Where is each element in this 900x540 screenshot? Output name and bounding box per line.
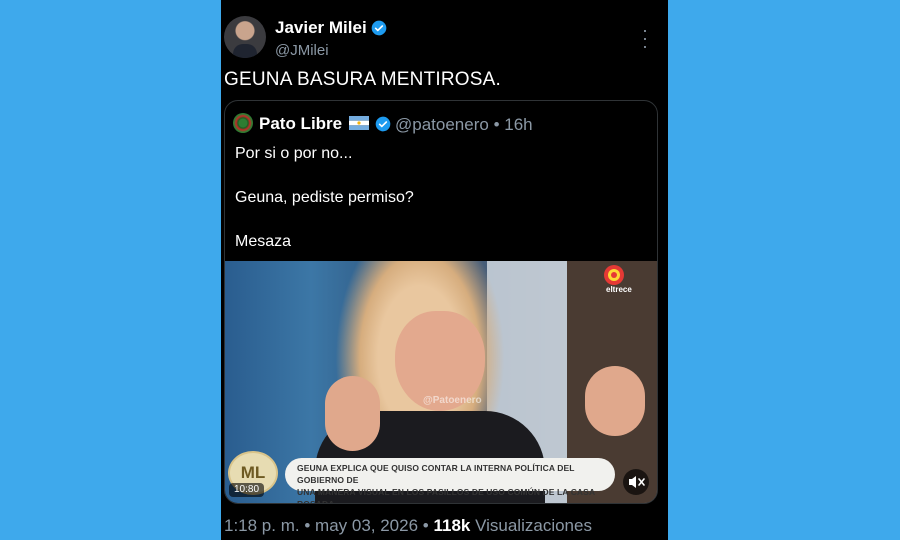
video-player[interactable]: eltrece @Patoenero GEUNA EXPLICA QUE QUI… bbox=[225, 261, 657, 503]
channel-logo-text: eltrece bbox=[606, 285, 632, 294]
video-watermark: @Patoenero bbox=[423, 395, 482, 406]
footer-separator: • bbox=[304, 516, 316, 535]
author-handle[interactable]: @JMilei bbox=[275, 42, 329, 59]
quoted-age: 16h bbox=[504, 115, 533, 134]
tweet-footer: 1:18 p. m. • may 03, 2026 • 118k Visuali… bbox=[224, 516, 592, 536]
caption-line-1: GEUNA EXPLICA QUE QUISO CONTAR LA INTERN… bbox=[297, 463, 575, 485]
video-caption: GEUNA EXPLICA QUE QUISO CONTAR LA INTERN… bbox=[285, 458, 615, 503]
quoted-tweet[interactable]: Pato Libre @patoenero • 16h Por si o por… bbox=[224, 100, 658, 504]
video-person-hand-right bbox=[585, 366, 645, 436]
mute-button[interactable] bbox=[623, 469, 649, 495]
quoted-avatar[interactable] bbox=[233, 113, 253, 133]
quoted-author-handle[interactable]: @patoenero bbox=[395, 115, 489, 134]
meta-separator: • bbox=[493, 115, 505, 134]
video-timestamp: 10:80 bbox=[229, 483, 265, 497]
quoted-line-2: Geuna, pediste permiso? bbox=[235, 189, 414, 206]
more-dots-icon[interactable]: · · · bbox=[642, 21, 648, 55]
quoted-verified-badge-icon bbox=[375, 116, 391, 132]
verified-badge-icon bbox=[371, 20, 387, 36]
quoted-line-3: Mesaza bbox=[235, 233, 292, 250]
quoted-meta: @patoenero • 16h bbox=[395, 115, 533, 135]
views-count: 118k bbox=[433, 516, 471, 535]
video-person-hand-left bbox=[325, 376, 380, 451]
avatar-figure bbox=[233, 44, 257, 58]
footer-separator: • bbox=[422, 516, 434, 535]
author-name[interactable]: Javier Milei bbox=[275, 18, 367, 38]
tweet-panel: Javier Milei @JMilei · · · GEUNA BASURA ME… bbox=[221, 0, 668, 540]
eltrece-logo-icon bbox=[604, 265, 624, 285]
avatar[interactable] bbox=[224, 16, 266, 58]
quoted-line-1: Por si o por no... bbox=[235, 145, 353, 162]
tweet-date[interactable]: may 03, 2026 bbox=[315, 516, 418, 535]
quoted-author-name[interactable]: Pato Libre bbox=[259, 114, 342, 134]
tweet-text: GEUNA BASURA MENTIROSA. bbox=[224, 69, 501, 90]
argentina-flag-icon bbox=[349, 116, 369, 130]
caption-line-2: UNA MANERA VISUAL EN LOS PASILLOS DE USO… bbox=[297, 487, 595, 503]
views-label: Visualizaciones bbox=[475, 516, 592, 535]
speaker-muted-icon bbox=[629, 476, 645, 488]
tweet-time[interactable]: 1:18 p. m. bbox=[224, 516, 300, 535]
